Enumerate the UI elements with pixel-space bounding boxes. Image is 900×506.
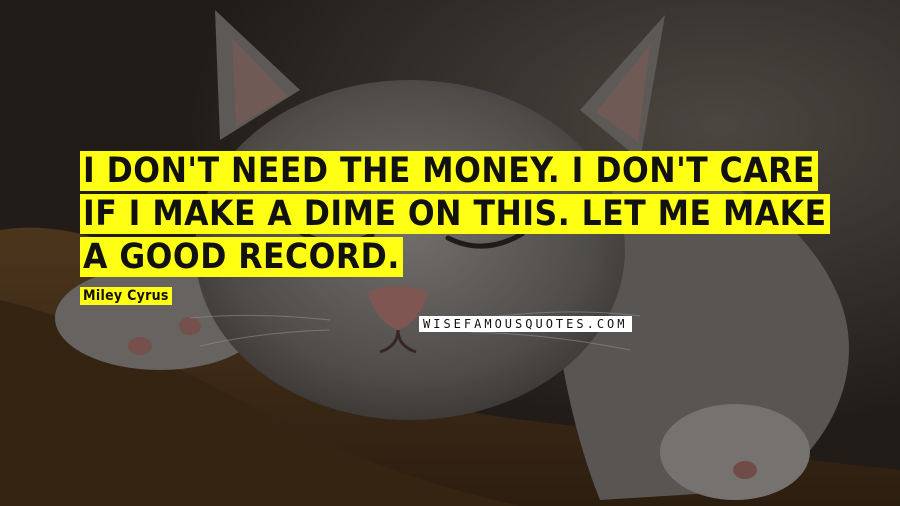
- quote-text: I don't need the money. I don't care if …: [80, 151, 830, 277]
- site-watermark: WISEFAMOUSQUOTES.COM: [419, 316, 632, 332]
- quote-text-block: I don't need the money. I don't care if …: [80, 150, 840, 279]
- quote-author: Miley Cyrus: [80, 287, 172, 305]
- quote-card: I don't need the money. I don't care if …: [0, 0, 900, 506]
